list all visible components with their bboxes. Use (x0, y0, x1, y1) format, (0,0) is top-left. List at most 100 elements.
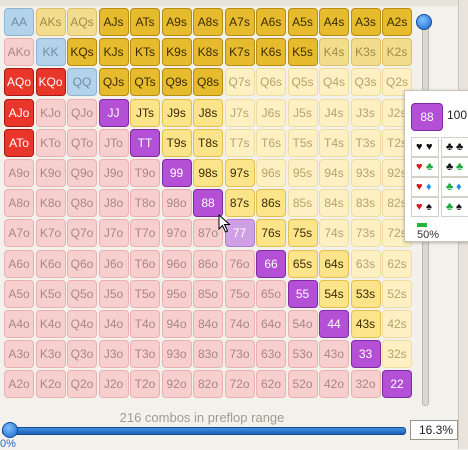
hand-cell[interactable]: 86s (256, 189, 286, 218)
hand-cell[interactable]: J8o (98, 189, 129, 218)
hand-cell[interactable]: 54s (319, 279, 349, 308)
hand-cell[interactable]: 33 (350, 340, 381, 369)
hand-cell[interactable]: ATs (130, 8, 160, 36)
hand-cell[interactable]: Q8s (193, 68, 223, 97)
hand-cell[interactable]: T3o (130, 340, 160, 369)
hand-cell[interactable]: A2o (4, 370, 34, 399)
hand-cell[interactable]: K8o (35, 189, 66, 218)
hand-cell[interactable]: 76o (224, 249, 255, 278)
hand-cell[interactable]: Q9s (161, 68, 192, 97)
hand-cell[interactable]: Q9o (67, 159, 97, 187)
range-slider-track[interactable] (2, 427, 406, 435)
hand-cell[interactable]: J7o (98, 219, 129, 248)
hand-cell[interactable]: A8o (4, 189, 34, 218)
hand-cell[interactable]: 65o (256, 279, 286, 308)
vertical-slider-knob[interactable] (416, 14, 432, 30)
hand-cell[interactable]: AA (4, 8, 34, 36)
hand-cell[interactable]: T5o (130, 279, 160, 308)
hand-cell[interactable]: A5o (4, 279, 34, 308)
hand-cell[interactable]: 64o (256, 310, 286, 338)
hand-cell[interactable]: 94o (161, 310, 192, 338)
hand-cell[interactable]: T3s (350, 128, 381, 157)
hand-cell[interactable]: K9s (161, 38, 192, 67)
hand-cell[interactable]: 73o (224, 340, 255, 369)
hand-cell[interactable]: 32s (382, 340, 412, 369)
hand-cell[interactable]: 72o (224, 370, 255, 399)
hand-cell[interactable]: K7s (224, 38, 255, 67)
hand-cell[interactable]: A9s (161, 8, 192, 36)
hand-cell[interactable]: J8s (193, 98, 223, 127)
hand-cell[interactable]: KJo (35, 98, 66, 127)
hand-cell[interactable]: QJs (98, 68, 129, 97)
hand-cell[interactable]: 95o (161, 279, 192, 308)
hand-cell[interactable]: 74s (319, 219, 349, 248)
hand-cell[interactable]: AJo (4, 98, 34, 127)
hand-cell[interactable]: Q6s (256, 68, 286, 97)
hand-cell[interactable]: K6o (35, 249, 66, 278)
hand-cell[interactable]: 93o (161, 340, 192, 369)
hand-cell[interactable]: KQo (35, 68, 66, 97)
suit-combo[interactable]: ♣ ♠ (441, 197, 468, 217)
hand-cell[interactable]: A4o (4, 310, 34, 338)
hand-cell[interactable]: A3s (350, 8, 381, 36)
hand-cell[interactable]: 84o (193, 310, 223, 338)
hand-cell[interactable]: T8s (193, 128, 223, 157)
suit-combo[interactable]: ♥ ♥ (411, 137, 439, 157)
hand-cell[interactable]: AKs (35, 8, 66, 36)
hand-cell[interactable]: K5o (35, 279, 66, 308)
hand-cell[interactable]: K2s (382, 38, 412, 67)
hand-cell[interactable]: T5s (287, 128, 318, 157)
hand-cell[interactable]: 63o (256, 340, 286, 369)
hand-cell[interactable]: K3s (350, 38, 381, 67)
hand-cell[interactable]: T2o (130, 370, 160, 399)
hand-cell[interactable]: 65s (287, 249, 318, 278)
hand-cell[interactable]: J3s (350, 98, 381, 127)
suit-combo[interactable]: ♣ ♣ (441, 137, 468, 157)
hand-cell[interactable]: 43o (319, 340, 349, 369)
hand-cell[interactable]: 76s (256, 219, 286, 248)
hand-cell[interactable]: 43s (350, 310, 381, 338)
hand-cell[interactable]: K4s (319, 38, 349, 67)
suit-combo[interactable]: ♥ ♠ (411, 197, 439, 217)
hand-cell[interactable]: 62o (256, 370, 286, 399)
hand-cell[interactable]: KJs (98, 38, 129, 67)
hand-cell[interactable]: J3o (98, 340, 129, 369)
hand-cell[interactable]: 54o (287, 310, 318, 338)
hand-cell[interactable]: JJ (98, 98, 129, 127)
hand-cell[interactable]: T6o (130, 249, 160, 278)
hand-cell[interactable]: A6o (4, 249, 34, 278)
hand-cell[interactable]: T6s (256, 128, 286, 157)
hand-cell[interactable]: QQ (67, 68, 97, 97)
hand-cell[interactable]: 98o (161, 189, 192, 218)
hand-cell[interactable]: KTs (130, 38, 160, 67)
hand-cell[interactable]: 75s (287, 219, 318, 248)
suit-combo[interactable]: ♣ ♣ (441, 157, 468, 177)
hand-cell[interactable]: 94s (319, 159, 349, 187)
hand-cell[interactable]: 95s (287, 159, 318, 187)
hand-cell[interactable]: Q2o (67, 370, 97, 399)
hand-cell[interactable]: A3o (4, 340, 34, 369)
hand-cell[interactable]: 52o (287, 370, 318, 399)
hand-cell[interactable]: Q5o (67, 279, 97, 308)
hand-cell[interactable]: 92o (161, 370, 192, 399)
hand-cell[interactable]: A2s (382, 8, 412, 36)
hand-cell[interactable]: J4s (319, 98, 349, 127)
hand-cell[interactable]: 93s (350, 159, 381, 187)
hand-cell[interactable]: J9o (98, 159, 129, 187)
hand-cell[interactable]: AQs (67, 8, 97, 36)
hand-cell[interactable]: 85s (287, 189, 318, 218)
hand-cell[interactable]: Q4s (319, 68, 349, 97)
hand-cell[interactable]: 97s (224, 159, 255, 187)
hand-cell[interactable]: Q7o (67, 219, 97, 248)
hand-cell[interactable]: 75o (224, 279, 255, 308)
hand-cell[interactable]: Q3o (67, 340, 97, 369)
hand-cell[interactable]: A4s (319, 8, 349, 36)
hand-cell[interactable]: A5s (287, 8, 318, 36)
hand-cell[interactable]: 22 (382, 370, 412, 399)
hand-cell[interactable]: 82o (193, 370, 223, 399)
hand-cell[interactable]: J6o (98, 249, 129, 278)
hand-cell[interactable]: KTo (35, 128, 66, 157)
hand-cell[interactable]: 96s (256, 159, 286, 187)
hand-cell[interactable]: J7s (224, 98, 255, 127)
hand-cell[interactable]: J5s (287, 98, 318, 127)
